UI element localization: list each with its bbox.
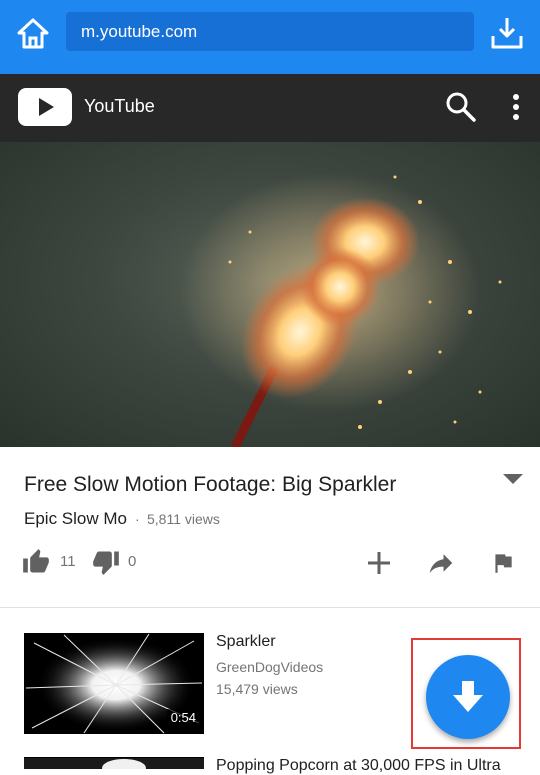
dropdown-arrow-icon [503,474,523,484]
floating-download-button[interactable] [426,655,510,739]
download-arrow-icon [453,681,483,712]
search-icon [446,92,476,122]
share-button[interactable] [425,548,457,578]
report-button[interactable] [490,548,516,578]
video-thumbnail[interactable] [24,757,204,769]
video-player[interactable] [0,142,540,447]
view-count: 5,811 views [147,511,220,527]
download-icon [491,18,523,49]
flag-icon [495,554,512,573]
thumbs-down-icon [93,551,119,575]
share-arrow-icon [429,554,453,573]
dislike-button[interactable]: 0 [92,548,152,578]
action-row: 11 0 [0,540,540,584]
related-video-title[interactable]: Popping Popcorn at 30,000 FPS in Ultra [216,757,501,775]
video-frame [180,172,502,447]
thumbs-up-icon [23,549,49,573]
video-thumbnail[interactable]: 0:54 [24,633,204,734]
add-to-playlist-button[interactable] [364,548,394,578]
video-duration: 0:54 [166,709,200,726]
meta-separator: · [135,511,140,527]
search-button[interactable] [444,90,478,124]
home-button[interactable] [14,15,52,53]
dislike-count: 0 [128,553,137,570]
url-bar[interactable]: m.youtube.com [66,12,474,51]
more-vert-icon [513,94,519,120]
related-video-views: 15,479 views [216,681,298,697]
related-video-channel: GreenDogVideos [216,659,324,675]
divider [0,607,540,608]
video-title: Free Slow Motion Footage: Big Sparkler [24,473,397,496]
channel-name[interactable]: Epic Slow Mo [24,509,127,529]
popcorn-thumbnail-image [24,758,204,769]
like-button[interactable]: 11 [22,548,92,578]
more-options-button[interactable] [504,90,528,126]
app-title: YouTube [84,96,155,116]
youtube-logo-icon[interactable] [18,88,72,126]
plus-icon [368,552,390,574]
expand-description-button[interactable] [500,470,526,488]
youtube-header: YouTube [0,74,540,142]
browser-toolbar: m.youtube.com [0,0,540,74]
home-icon [17,18,49,49]
related-video-title[interactable]: Sparkler [216,633,276,651]
download-button[interactable] [488,14,526,52]
like-count: 11 [60,553,76,570]
